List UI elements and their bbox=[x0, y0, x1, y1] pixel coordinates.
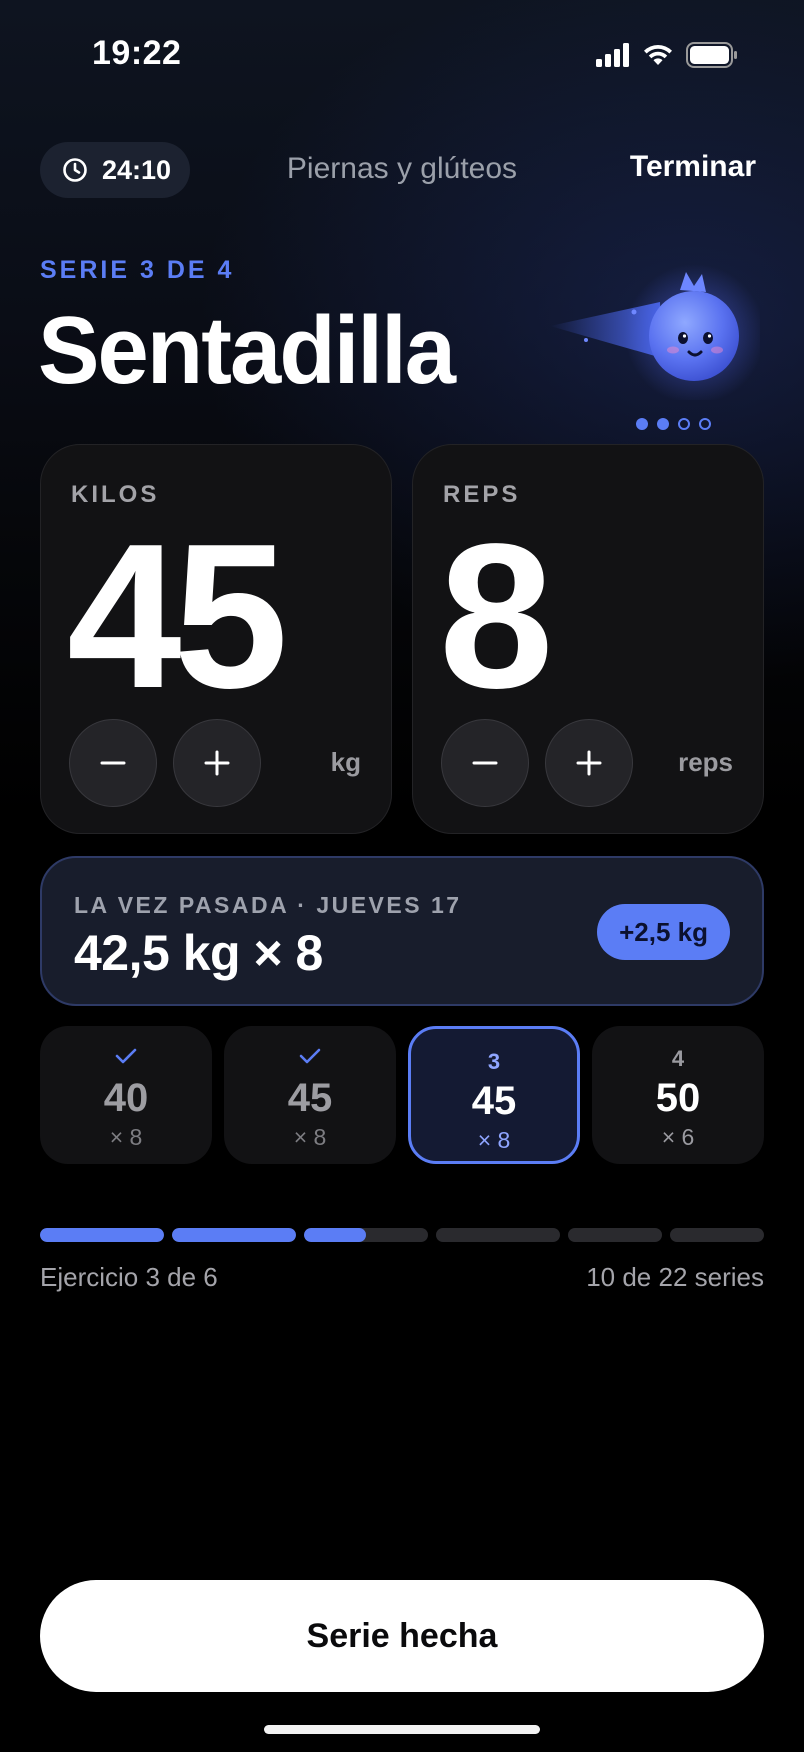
page-dot[interactable] bbox=[636, 418, 648, 430]
plus-icon bbox=[204, 750, 230, 776]
set-reps: × 8 bbox=[293, 1124, 327, 1150]
reps-card: REPS 8 reps bbox=[412, 444, 764, 834]
exercise-title: Sentadilla bbox=[38, 297, 456, 404]
kilos-value[interactable]: 45 bbox=[67, 513, 288, 719]
kilos-unit: kg bbox=[330, 747, 361, 777]
set-reps: × 8 bbox=[477, 1127, 511, 1153]
progress-segment bbox=[304, 1228, 428, 1242]
set-done-button[interactable]: Serie hecha bbox=[40, 1580, 764, 1692]
set-done-marker bbox=[40, 1046, 212, 1070]
finish-button[interactable]: Terminar bbox=[630, 150, 756, 184]
exercise-progress-text: Ejercicio 3 de 6 bbox=[40, 1262, 218, 1292]
set-weight: 45 bbox=[287, 1076, 333, 1120]
set-tile-1[interactable]: 40 × 8 bbox=[40, 1026, 212, 1164]
progress-segment bbox=[568, 1228, 662, 1242]
last-time-card: LA VEZ PASADA · JUEVES 17 42,5 kg × 8 +2… bbox=[40, 856, 764, 1006]
wifi-icon bbox=[644, 45, 672, 65]
series-progress-text: 10 de 22 series bbox=[586, 1262, 764, 1292]
plus-icon bbox=[576, 750, 602, 776]
checkmark-icon bbox=[299, 1048, 321, 1064]
progress-segment-fill bbox=[40, 1228, 164, 1242]
minus-icon bbox=[100, 761, 126, 765]
progress-segment bbox=[670, 1228, 764, 1242]
workout-screen: 19:22 24:10 Piernas y glúteos Terminar S… bbox=[0, 0, 804, 1752]
set-done-marker bbox=[224, 1046, 396, 1070]
set-weight: 45 bbox=[471, 1079, 517, 1123]
checkmark-icon bbox=[115, 1048, 137, 1064]
set-weight: 40 bbox=[103, 1076, 149, 1120]
set-tile-4[interactable]: 4 50 × 6 bbox=[592, 1026, 764, 1164]
set-reps: × 6 bbox=[661, 1124, 695, 1150]
reps-decrease-button[interactable] bbox=[441, 719, 529, 807]
workout-progress-bar bbox=[40, 1228, 764, 1242]
home-indicator bbox=[264, 1725, 540, 1734]
set-number: 4 bbox=[671, 1046, 685, 1071]
reps-increase-button[interactable] bbox=[545, 719, 633, 807]
page-dot[interactable] bbox=[657, 418, 669, 430]
set-reps: × 8 bbox=[109, 1124, 143, 1150]
minus-icon bbox=[472, 761, 498, 765]
progress-segment-fill bbox=[172, 1228, 296, 1242]
reps-unit: reps bbox=[678, 747, 733, 777]
weight-delta-badge: +2,5 kg bbox=[597, 904, 730, 960]
reps-value[interactable]: 8 bbox=[439, 513, 554, 719]
status-time: 19:22 bbox=[92, 34, 182, 72]
status-icons bbox=[596, 42, 738, 68]
page-dot[interactable] bbox=[699, 418, 711, 430]
set-tile-3-current[interactable]: 3 45 × 8 bbox=[408, 1026, 580, 1164]
status-bar: 19:22 bbox=[0, 0, 804, 110]
exercise-page-dots[interactable] bbox=[636, 418, 711, 430]
set-counter-label: SERIE 3 DE 4 bbox=[40, 256, 235, 284]
last-time-label: LA VEZ PASADA · JUEVES 17 bbox=[74, 892, 462, 918]
progress-segment bbox=[436, 1228, 560, 1242]
set-tile-2[interactable]: 45 × 8 bbox=[224, 1026, 396, 1164]
page-dot[interactable] bbox=[678, 418, 690, 430]
kilos-card: KILOS 45 kg bbox=[40, 444, 392, 834]
mascot-icon bbox=[550, 264, 760, 400]
set-weight: 50 bbox=[655, 1076, 701, 1120]
timer-text: 24:10 bbox=[102, 154, 172, 185]
progress-segment-fill bbox=[304, 1228, 366, 1242]
kilos-decrease-button[interactable] bbox=[69, 719, 157, 807]
kilos-increase-button[interactable] bbox=[173, 719, 261, 807]
progress-segment bbox=[172, 1228, 296, 1242]
workout-header: 24:10 Piernas y glúteos Terminar bbox=[40, 142, 764, 198]
elapsed-timer[interactable]: 24:10 bbox=[40, 142, 190, 198]
last-time-value: 42,5 kg × 8 bbox=[74, 925, 323, 981]
progress-segment bbox=[40, 1228, 164, 1242]
battery-icon bbox=[686, 42, 737, 68]
clock-icon bbox=[63, 158, 87, 182]
cellular-signal-icon bbox=[596, 43, 629, 67]
set-number: 3 bbox=[487, 1049, 501, 1074]
